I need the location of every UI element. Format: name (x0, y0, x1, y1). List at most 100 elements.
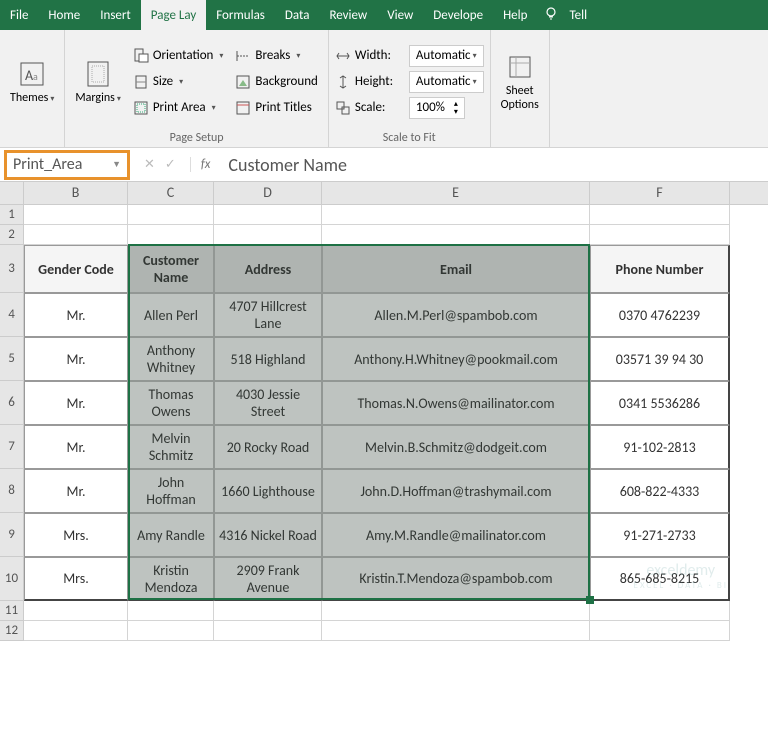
cancel-icon[interactable]: ✕ (144, 157, 155, 172)
cell[interactable] (214, 205, 322, 225)
cell-name[interactable]: Anthony Whitney (128, 337, 214, 381)
print-titles-button[interactable]: Print Titles (231, 96, 322, 120)
scale-spinner[interactable]: 100%▴▾ (409, 97, 465, 119)
cell-address[interactable]: 2909 Frank Avenue (214, 557, 322, 601)
row-header[interactable]: 8 (0, 469, 24, 513)
size-button[interactable]: Size▾ (129, 70, 228, 94)
cell-email[interactable]: Anthony.H.Whitney@pookmail.com (322, 337, 590, 381)
height-dropdown[interactable]: Automatic▾ (409, 71, 484, 93)
row-header[interactable]: 9 (0, 513, 24, 557)
tab-formulas[interactable]: Formulas (206, 0, 275, 30)
cell-address[interactable]: 4316 Nickel Road (214, 513, 322, 557)
cell-gender[interactable]: Mr. (24, 293, 128, 337)
tab-review[interactable]: Review (319, 0, 377, 30)
tab-page-layout[interactable]: Page Lay (141, 0, 206, 30)
cell-email[interactable]: Amy.M.Randle@mailinator.com (322, 513, 590, 557)
cell-gender[interactable]: Mr. (24, 381, 128, 425)
cell[interactable] (128, 601, 214, 621)
sheet-options-button[interactable]: Sheet Options (497, 49, 543, 113)
tab-insert[interactable]: Insert (90, 0, 141, 30)
cell[interactable] (590, 225, 730, 245)
breaks-button[interactable]: Breaks▾ (231, 44, 322, 68)
cell-name[interactable]: Amy Randle (128, 513, 214, 557)
cell-name[interactable]: Melvin Schmitz (128, 425, 214, 469)
cell[interactable] (128, 225, 214, 245)
tab-developer[interactable]: Develope (423, 0, 493, 30)
cell-gender[interactable]: Mr. (24, 337, 128, 381)
col-header-f[interactable]: F (590, 182, 730, 204)
cell[interactable] (214, 601, 322, 621)
cell[interactable] (590, 601, 730, 621)
tab-help[interactable]: Help (493, 0, 537, 30)
select-all-corner[interactable] (0, 182, 24, 204)
cell-address[interactable]: 4707 Hillcrest Lane (214, 293, 322, 337)
row-header[interactable]: 5 (0, 337, 24, 381)
cell-gender[interactable]: Mrs. (24, 557, 128, 601)
cell-email[interactable]: John.D.Hoffman@trashymail.com (322, 469, 590, 513)
cell[interactable] (214, 225, 322, 245)
print-area-button[interactable]: Print Area▾ (129, 96, 228, 120)
col-header-d[interactable]: D (214, 182, 322, 204)
cell[interactable] (322, 225, 590, 245)
cell-phone[interactable]: 91-271-2733 (590, 513, 730, 557)
cell[interactable] (322, 601, 590, 621)
row-header[interactable]: 2 (0, 225, 24, 245)
cell-address[interactable]: 1660 Lighthouse (214, 469, 322, 513)
header-address[interactable]: Address (214, 245, 322, 293)
col-header-e[interactable]: E (322, 182, 590, 204)
enter-icon[interactable]: ✓ (165, 157, 176, 172)
cell[interactable] (590, 205, 730, 225)
cell[interactable] (128, 621, 214, 641)
margins-button[interactable]: Margins▾ (71, 56, 124, 107)
cell-phone[interactable]: 0370 4762239 (590, 293, 730, 337)
header-email[interactable]: Email (322, 245, 590, 293)
fx-icon[interactable]: fx (190, 157, 217, 172)
cell-address[interactable]: 518 Highland (214, 337, 322, 381)
cell-email[interactable]: Kristin.T.Mendoza@spambob.com (322, 557, 590, 601)
width-dropdown[interactable]: Automatic▾ (409, 45, 484, 67)
tab-data[interactable]: Data (275, 0, 320, 30)
row-header[interactable]: 12 (0, 621, 24, 641)
tell-me[interactable]: Tell (559, 0, 597, 30)
row-header[interactable]: 3 (0, 245, 24, 293)
header-customer-name[interactable]: Customer Name (128, 245, 214, 293)
cell[interactable] (24, 621, 128, 641)
formula-input[interactable]: Customer Name (222, 154, 764, 176)
row-header[interactable]: 6 (0, 381, 24, 425)
tab-home[interactable]: Home (38, 0, 90, 30)
cell[interactable] (322, 205, 590, 225)
cell[interactable] (322, 621, 590, 641)
header-phone-number[interactable]: Phone Number (590, 245, 730, 293)
cell[interactable] (214, 621, 322, 641)
tab-file[interactable]: File (0, 0, 38, 30)
themes-button[interactable]: Aa Themes▾ (6, 56, 58, 107)
cell-phone[interactable]: 865-685-8215 (590, 557, 730, 601)
cell-name[interactable]: John Hoffman (128, 469, 214, 513)
cell[interactable] (24, 225, 128, 245)
cell-name[interactable]: Thomas Owens (128, 381, 214, 425)
cell[interactable] (24, 601, 128, 621)
name-box[interactable]: Print_Area ▼ (4, 150, 130, 180)
cell-phone[interactable]: 608-822-4333 (590, 469, 730, 513)
row-header[interactable]: 7 (0, 425, 24, 469)
cell-email[interactable]: Allen.M.Perl@spambob.com (322, 293, 590, 337)
cell-name[interactable]: Kristin Mendoza (128, 557, 214, 601)
cell-phone[interactable]: 91-102-2813 (590, 425, 730, 469)
background-button[interactable]: Background (231, 70, 322, 94)
cell-email[interactable]: Thomas.N.Owens@mailinator.com (322, 381, 590, 425)
cell-phone[interactable]: 0341 5536286 (590, 381, 730, 425)
cell-gender[interactable]: Mr. (24, 425, 128, 469)
cell[interactable] (24, 205, 128, 225)
row-header[interactable]: 4 (0, 293, 24, 337)
tab-view[interactable]: View (377, 0, 423, 30)
cell[interactable] (128, 205, 214, 225)
orientation-button[interactable]: Orientation▾ (129, 44, 228, 68)
cell-name[interactable]: Allen Perl (128, 293, 214, 337)
row-header[interactable]: 1 (0, 205, 24, 225)
col-header-b[interactable]: B (24, 182, 128, 204)
header-gender-code[interactable]: Gender Code (24, 245, 128, 293)
row-header[interactable]: 10 (0, 557, 24, 601)
cell-address[interactable]: 4030 Jessie Street (214, 381, 322, 425)
cell[interactable] (590, 621, 730, 641)
cell-gender[interactable]: Mr. (24, 469, 128, 513)
